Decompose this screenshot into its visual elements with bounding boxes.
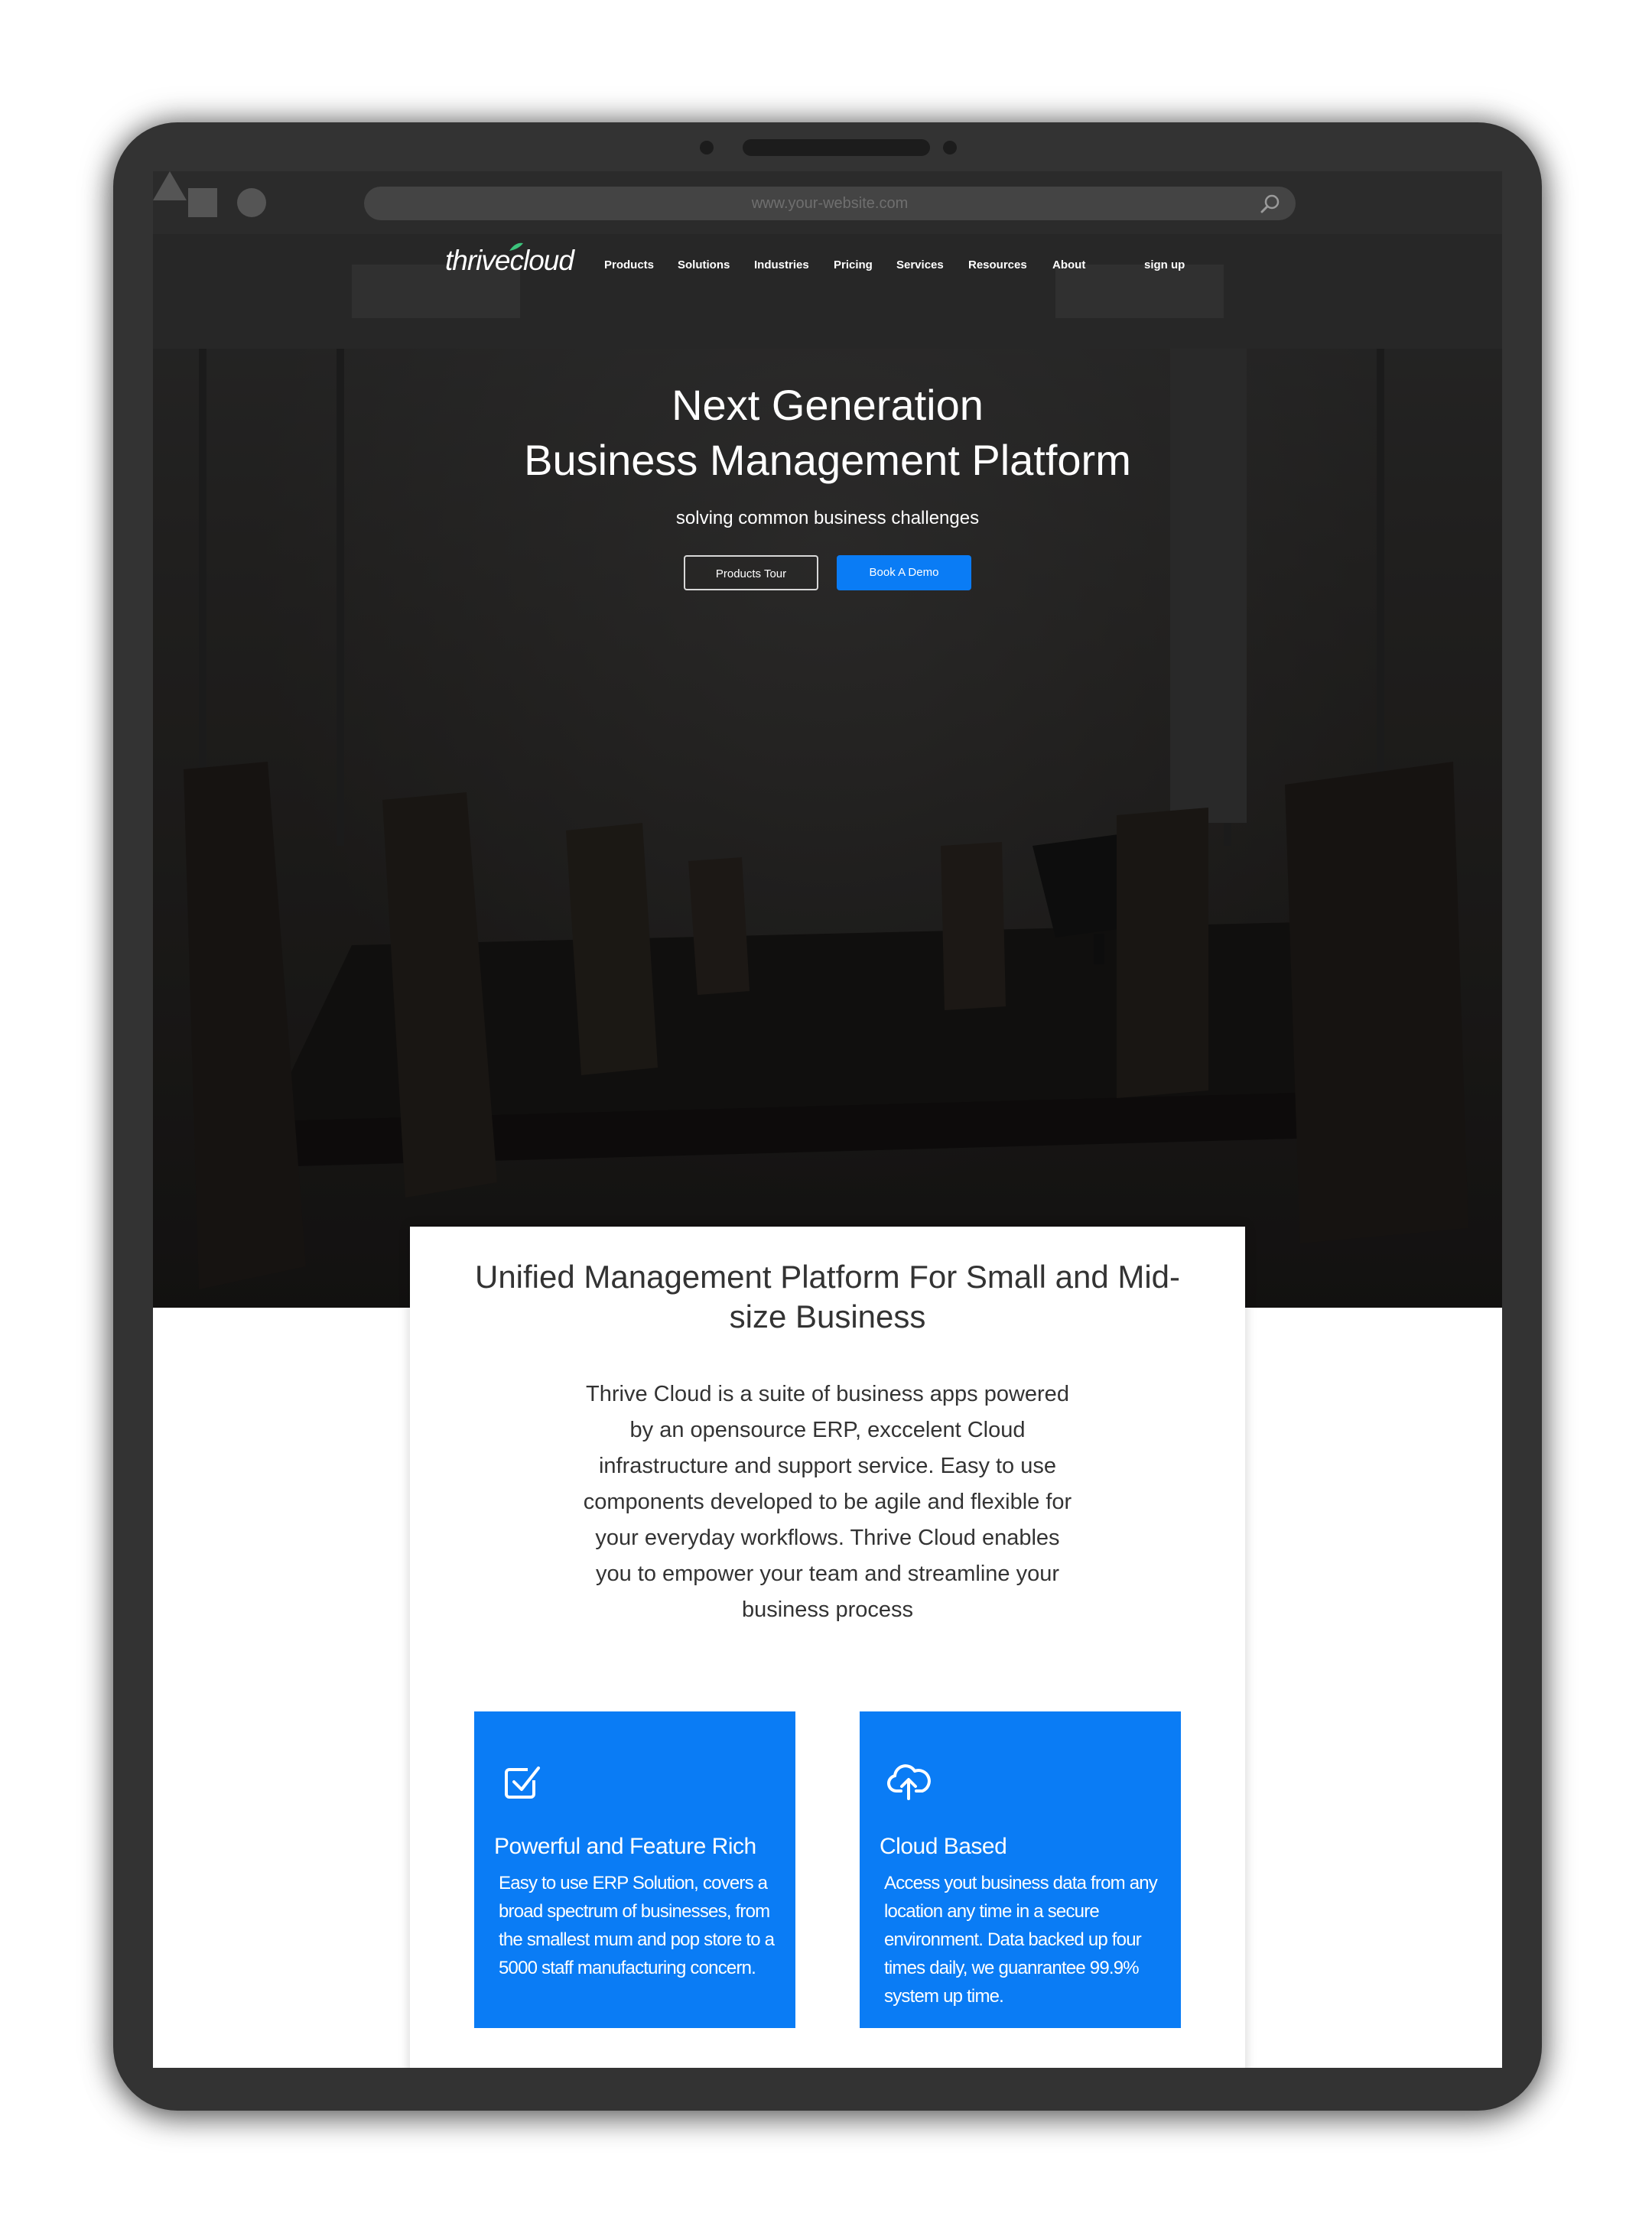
hero-subtitle: solving common business challenges [675,508,980,528]
hero-section: thrivecloud Products Solutions Industrie… [153,234,1502,1308]
address-bar-url[interactable]: www.your-website.com [364,187,1296,220]
hero-title-line-1: Next Generation [672,381,984,429]
nav-resources[interactable]: Resources [968,258,1027,271]
nav-solutions[interactable]: Solutions [678,258,730,271]
cloud-upload-icon [887,1764,931,1800]
nav-about[interactable]: About [1052,258,1085,271]
thrivecloud-logo[interactable]: thrivecloud [445,242,574,283]
feature-title: Powerful and Feature Rich [494,1834,756,1859]
nav-industries[interactable]: Industries [754,258,809,271]
hero-title: Next Generation Business Management Plat… [153,378,1502,488]
tablet-device-frame: www.your-website.com thrivecloud Product… [113,122,1542,2111]
top-navigation: thrivecloud Products Solutions Industrie… [153,234,1502,295]
camera-dot [700,141,714,154]
device-speaker [743,139,930,156]
feature-text: Access yout business data from any locat… [884,1873,1158,2007]
products-tour-button[interactable]: Products Tour [684,555,818,590]
intro-card: Unified Management Platform For Small an… [410,1227,1245,2068]
device-screen: www.your-website.com thrivecloud Product… [153,171,1502,2068]
intro-body: Thrive Cloud is a suite of business apps… [583,1382,1072,1622]
signup-link[interactable]: sign up [1144,258,1185,271]
feature-text: Easy to use ERP Solution, covers a broad… [499,1873,775,1978]
triangle-icon [153,171,187,200]
nav-services[interactable]: Services [896,258,944,271]
sensor-dot [943,141,957,154]
book-demo-button[interactable]: Book A Demo [837,555,971,590]
magnifier-icon[interactable] [1259,193,1282,216]
hero-title-line-2: Business Management Platform [524,436,1131,484]
checkbox-icon [505,1767,540,1799]
feature-card-feature-rich: Powerful and Feature Rich Easy to use ER… [474,1711,795,2028]
intro-heading: Unified Management Platform For Small an… [474,1259,1181,1334]
nav-products[interactable]: Products [604,258,654,271]
feature-title: Cloud Based [880,1834,1007,1859]
nav-pricing[interactable]: Pricing [834,258,873,271]
browser-toolbar: www.your-website.com [153,171,1502,234]
address-bar[interactable]: www.your-website.com [364,187,1296,220]
circle-icon [237,188,266,217]
leaf-icon [509,242,523,251]
square-icon [188,188,217,217]
feature-card-cloud-based: Cloud Based Access yout business data fr… [860,1711,1181,2028]
